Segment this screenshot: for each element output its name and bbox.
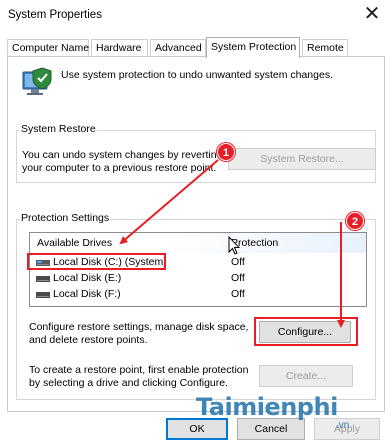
create-desc-line1: To create a restore point, first enable … [29, 364, 249, 376]
tab-advanced[interactable]: Advanced [150, 39, 206, 57]
close-icon[interactable]: ✕ [362, 3, 382, 25]
configure-desc-line2: and delete restore points. [29, 334, 148, 346]
tab-computer-name[interactable]: Computer Name [7, 39, 89, 57]
drive-protection-status: Off [231, 288, 245, 300]
configure-button[interactable]: Configure... [259, 321, 351, 343]
create-desc-line2: by selecting a drive and clicking Config… [29, 377, 229, 389]
column-available-drives[interactable]: Available Drives [37, 237, 112, 249]
system-drive-icon [36, 260, 50, 266]
drive-name: Local Disk (C:) (System) [53, 256, 167, 268]
drive-name: Local Disk (E:) [53, 272, 122, 284]
system-restore-group-label: System Restore [20, 123, 97, 135]
drive-row-f[interactable]: Local Disk (F:) Off [30, 288, 366, 302]
system-protection-icon [22, 67, 52, 95]
intro-text: Use system protection to undo unwanted s… [61, 69, 333, 81]
drive-protection-status: Off [231, 256, 245, 268]
watermark-logo: Taimienphi [196, 393, 338, 421]
configure-desc-line1: Configure restore settings, manage disk … [29, 321, 249, 333]
annotation-badge-2: 2 [346, 212, 364, 230]
drives-list-header: Available Drives Protection [30, 233, 366, 253]
drive-protection-status: Off [231, 272, 245, 284]
annotation-badge-1: 1 [217, 143, 235, 161]
tab-remote[interactable]: Remote [302, 39, 348, 57]
title-bar: System Properties ✕ [0, 0, 392, 31]
system-properties-window: System Properties ✕ Computer Name Hardwa… [0, 0, 392, 445]
restore-desc-line1: You can undo system changes by revertin [22, 149, 217, 161]
drives-list[interactable]: Available Drives Protection Local Disk (… [29, 232, 367, 307]
tab-hardware[interactable]: Hardware [91, 39, 148, 57]
mouse-cursor-icon [228, 236, 240, 255]
drive-icon [36, 292, 50, 298]
tab-system-protection[interactable]: System Protection [206, 37, 300, 58]
cancel-button[interactable]: Cancel [237, 418, 305, 440]
tab-strip: Computer Name Hardware Advanced System P… [7, 37, 385, 58]
drive-row-c[interactable]: Local Disk (C:) (System) Off [30, 256, 366, 270]
system-restore-button[interactable]: System Restore... [228, 148, 376, 170]
drive-name: Local Disk (F:) [53, 288, 121, 300]
protection-settings-group-label: Protection Settings [20, 212, 111, 224]
ok-button[interactable]: OK [166, 418, 228, 440]
window-title: System Properties [8, 9, 102, 21]
restore-desc-line2: your computer to a previous restore poin… [22, 162, 217, 174]
drive-icon [36, 276, 50, 282]
drive-row-e[interactable]: Local Disk (E:) Off [30, 272, 366, 286]
create-button[interactable]: Create... [259, 365, 353, 387]
watermark-suffix: .vn [336, 420, 350, 431]
